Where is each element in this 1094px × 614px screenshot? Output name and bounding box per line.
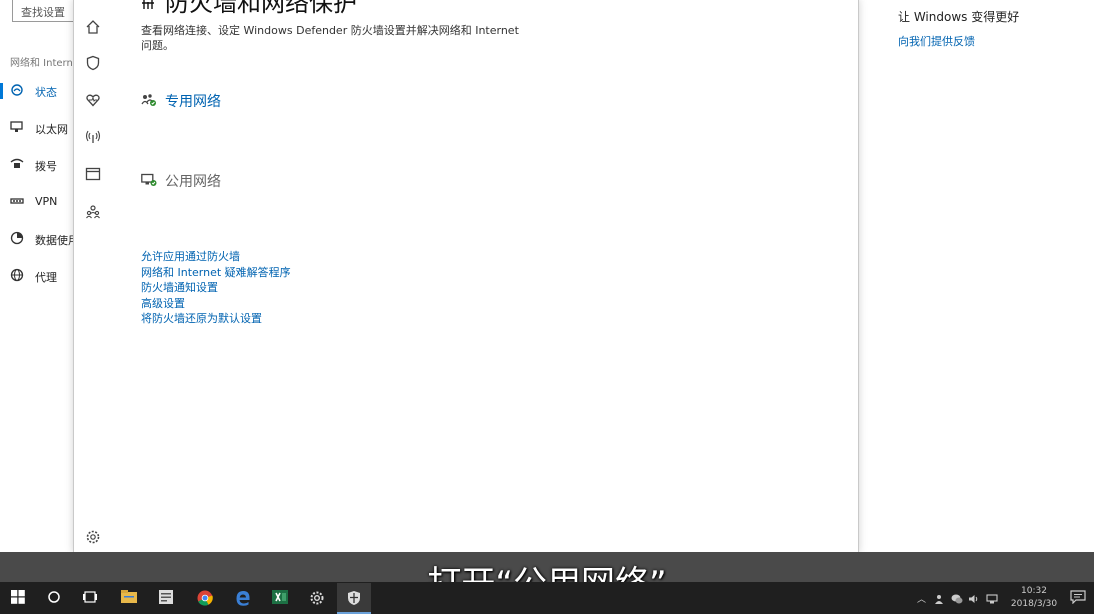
family-icon[interactable] bbox=[85, 204, 101, 220]
action-center-icon[interactable] bbox=[1070, 590, 1086, 604]
dialup-icon bbox=[10, 158, 24, 168]
category-title: 网络和 Internet bbox=[10, 58, 74, 69]
settings-search-input[interactable]: 查找设置 bbox=[12, 0, 74, 22]
nav-label: VPN bbox=[35, 195, 58, 208]
excel-icon bbox=[272, 590, 288, 604]
network-antenna-icon[interactable] bbox=[85, 129, 101, 145]
nav-label: 以太网 bbox=[35, 123, 68, 136]
start-button[interactable] bbox=[2, 583, 36, 614]
link-advanced-settings[interactable]: 高级设置 bbox=[141, 296, 291, 312]
taskbar-app-file-explorer[interactable] bbox=[112, 583, 146, 614]
private-network-label: 专用网络 bbox=[165, 94, 221, 110]
taskbar-app-settings[interactable] bbox=[300, 583, 334, 614]
tray-wechat-icon[interactable] bbox=[951, 594, 963, 604]
tray-people-icon[interactable] bbox=[934, 594, 944, 604]
feedback-link[interactable]: 向我们提供反馈 bbox=[898, 33, 1088, 49]
defender-nav-rail bbox=[74, 0, 112, 552]
home-icon[interactable] bbox=[85, 19, 101, 35]
private-network-icon bbox=[141, 94, 156, 106]
chrome-icon bbox=[197, 590, 213, 606]
public-network-label: 公用网络 bbox=[165, 174, 221, 190]
nav-label: 代理 bbox=[35, 271, 57, 284]
ethernet-icon bbox=[10, 121, 23, 132]
browser-window-icon[interactable] bbox=[85, 166, 101, 182]
taskbar-app-excel[interactable] bbox=[263, 583, 297, 614]
tray-volume-icon[interactable] bbox=[968, 594, 980, 604]
nav-item-ethernet[interactable]: 以太网 bbox=[0, 118, 74, 140]
settings-gear-icon[interactable] bbox=[85, 529, 101, 545]
tray-network-icon[interactable] bbox=[986, 594, 998, 604]
task-view-icon bbox=[83, 591, 97, 603]
nav-item-status[interactable]: 状态 bbox=[0, 81, 74, 103]
nav-item-data-usage[interactable]: 数据使用量 bbox=[0, 229, 74, 251]
page-title: 防火墙和网络保护 bbox=[141, 0, 357, 18]
link-firewall-notification-settings[interactable]: 防火墙通知设置 bbox=[141, 280, 291, 296]
cortana-circle-icon bbox=[48, 591, 60, 603]
nav-label: 状态 bbox=[35, 86, 57, 99]
nav-item-vpn[interactable]: VPN bbox=[0, 192, 74, 214]
edge-icon bbox=[236, 591, 250, 606]
task-view-button[interactable] bbox=[74, 583, 108, 614]
taskbar-clock[interactable]: 10:32 2018/3/30 bbox=[1004, 585, 1064, 611]
clock-time: 10:32 bbox=[1021, 586, 1047, 596]
nav-item-proxy[interactable]: 代理 bbox=[0, 266, 74, 288]
taskbar-app-defender[interactable] bbox=[337, 583, 371, 614]
file-explorer-icon bbox=[121, 590, 137, 603]
data-usage-icon bbox=[10, 231, 24, 245]
windows-logo-icon bbox=[11, 590, 25, 604]
link-network-troubleshooter[interactable]: 网络和 Internet 疑难解答程序 bbox=[141, 265, 291, 281]
firewall-icon bbox=[142, 0, 154, 9]
heart-icon[interactable] bbox=[85, 92, 101, 108]
settings-gear-taskbar-icon bbox=[310, 591, 324, 605]
status-icon bbox=[11, 84, 23, 96]
vpn-icon bbox=[10, 198, 24, 204]
tray-chevron-up-icon[interactable]: ︿ bbox=[917, 592, 926, 605]
search-button[interactable] bbox=[38, 583, 72, 614]
notes-app-icon bbox=[159, 590, 173, 604]
defender-shield-icon bbox=[348, 591, 360, 605]
feedback-title: 让 Windows 变得更好 bbox=[898, 10, 1020, 24]
nav-label: 数据使用量 bbox=[35, 234, 74, 247]
page-description: 查看网络连接、设定 Windows Defender 防火墙设置并解决网络和 I… bbox=[141, 24, 519, 52]
public-network-icon bbox=[141, 173, 157, 186]
taskbar-app-notes[interactable] bbox=[150, 583, 184, 614]
taskbar-app-chrome[interactable] bbox=[188, 583, 222, 614]
nav-label: 拨号 bbox=[35, 160, 57, 173]
feedback-panel: 让 Windows 变得更好 向我们提供反馈 bbox=[898, 8, 1088, 49]
link-restore-firewall-defaults[interactable]: 将防火墙还原为默认设置 bbox=[141, 311, 291, 327]
nav-item-dialup[interactable]: 拨号 bbox=[0, 155, 74, 177]
clock-date: 2018/3/30 bbox=[1010, 599, 1058, 609]
taskbar-app-edge[interactable] bbox=[226, 583, 260, 614]
proxy-icon bbox=[10, 268, 24, 282]
page-title-text: 防火墙和网络保护 bbox=[165, 0, 357, 17]
related-links: 允许应用通过防火墙 网络和 Internet 疑难解答程序 防火墙通知设置 高级… bbox=[141, 249, 291, 327]
defender-window: 防火墙和网络保护 查看网络连接、设定 Windows Defender 防火墙设… bbox=[73, 0, 859, 553]
link-allow-app-through-firewall[interactable]: 允许应用通过防火墙 bbox=[141, 249, 291, 265]
shield-icon[interactable] bbox=[85, 55, 101, 71]
